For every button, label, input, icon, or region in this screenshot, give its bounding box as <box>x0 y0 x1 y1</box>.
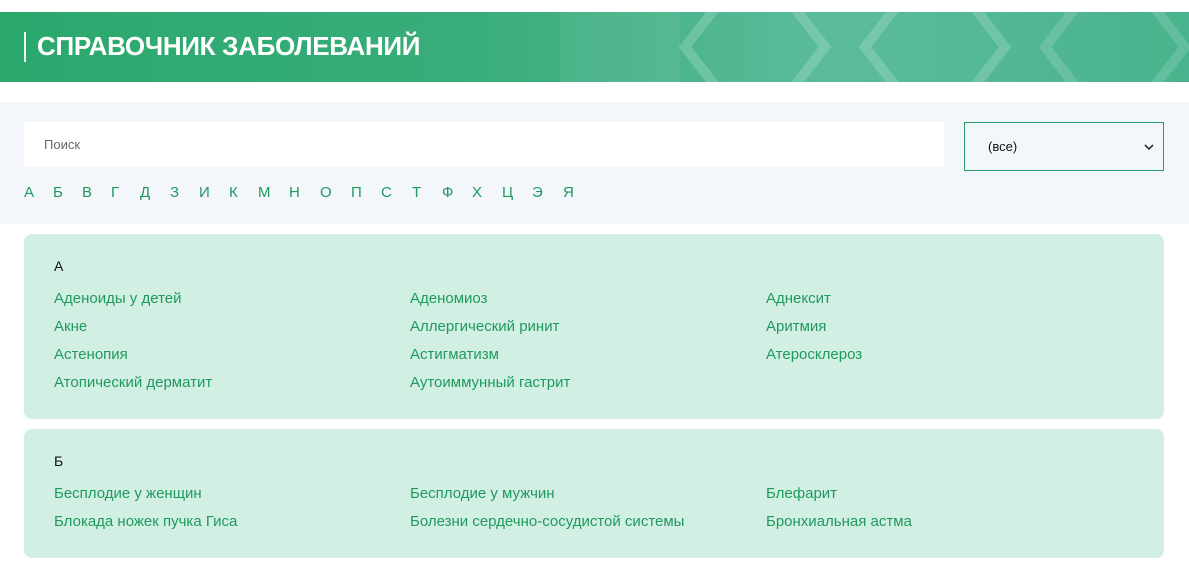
section-card-a: А Аденоиды у детей Аденомиоз Аднексит Акне А… <box>24 234 1164 419</box>
alphabet-letter-link[interactable]: М <box>258 184 271 201</box>
category-select[interactable]: (все) <box>964 122 1164 171</box>
alphabet-letter-link[interactable]: К <box>229 184 238 201</box>
disease-link[interactable]: Астигматизм <box>410 346 499 363</box>
disease-link[interactable]: Аденомиоз <box>410 290 487 307</box>
alphabet-letter-link[interactable]: З <box>170 184 180 201</box>
alphabet-letter-link[interactable]: П <box>351 184 362 201</box>
disease-link[interactable]: Аднексит <box>766 290 831 307</box>
alphabet-letter-link[interactable]: Ц <box>502 184 514 201</box>
alphabet-letter-link[interactable]: В <box>82 184 93 201</box>
alphabet-letter-link[interactable]: И <box>199 184 210 201</box>
alphabet-letter-link[interactable]: Я <box>563 184 574 201</box>
alphabet-letter-link[interactable]: А <box>24 184 35 201</box>
page-title: СПРАВОЧНИК ЗАБОЛЕВАНИЙ <box>37 31 421 61</box>
alphabet-letter-link[interactable]: Т <box>412 184 422 201</box>
disease-link[interactable]: Акне <box>54 318 87 335</box>
alphabet-letter-link[interactable]: С <box>381 184 392 201</box>
alphabet-letter-link[interactable]: Х <box>472 184 483 201</box>
disease-link[interactable]: Аритмия <box>766 318 826 335</box>
alphabet-letter-link[interactable]: Н <box>289 184 300 201</box>
alphabet-letter-link[interactable]: Б <box>53 184 63 201</box>
disease-link[interactable]: Бесплодие у мужчин <box>410 485 555 502</box>
section-letter: Б <box>54 453 64 469</box>
chevron-down-icon <box>1144 143 1154 150</box>
disease-link[interactable]: Болезни сердечно-сосудистой системы <box>410 513 684 530</box>
section-letter: А <box>54 258 64 274</box>
disease-link[interactable]: Аллергический ринит <box>410 318 559 335</box>
filter-panel: (все) А Б В Г Д З И К М Н О П С Т Ф Х Ц Э Я <box>0 102 1189 224</box>
disease-link[interactable]: Блефарит <box>766 485 837 502</box>
alphabet-letter-link[interactable]: Д <box>140 184 151 201</box>
disease-link[interactable]: Атопический дерматит <box>54 374 212 391</box>
alphabet-letter-link[interactable]: Г <box>111 184 120 201</box>
disease-link[interactable]: Астенопия <box>54 346 128 363</box>
section-card-b: Б Бесплодие у женщин Бесплодие у мужчин Бл… <box>24 429 1164 558</box>
search-input[interactable] <box>24 122 944 167</box>
disease-link[interactable]: Бесплодие у женщин <box>54 485 202 502</box>
alphabet-letter-link[interactable]: Ф <box>442 184 454 201</box>
alphabet-letter-link[interactable]: Э <box>532 184 543 201</box>
disease-link[interactable]: Аутоиммунный гастрит <box>410 374 570 391</box>
disease-link[interactable]: Аденоиды у детей <box>54 290 182 307</box>
page-banner: СПРАВОЧНИК ЗАБОЛЕВАНИЙ <box>0 12 1189 82</box>
disease-link[interactable]: Атеросклероз <box>766 346 862 363</box>
alphabet-letter-link[interactable]: О <box>320 184 332 201</box>
disease-link[interactable]: Бронхиальная астма <box>766 513 912 530</box>
disease-link[interactable]: Блокада ножек пучка Гиса <box>54 513 237 530</box>
title-accent-bar <box>24 32 26 62</box>
category-select-value: (все) <box>988 139 1018 154</box>
